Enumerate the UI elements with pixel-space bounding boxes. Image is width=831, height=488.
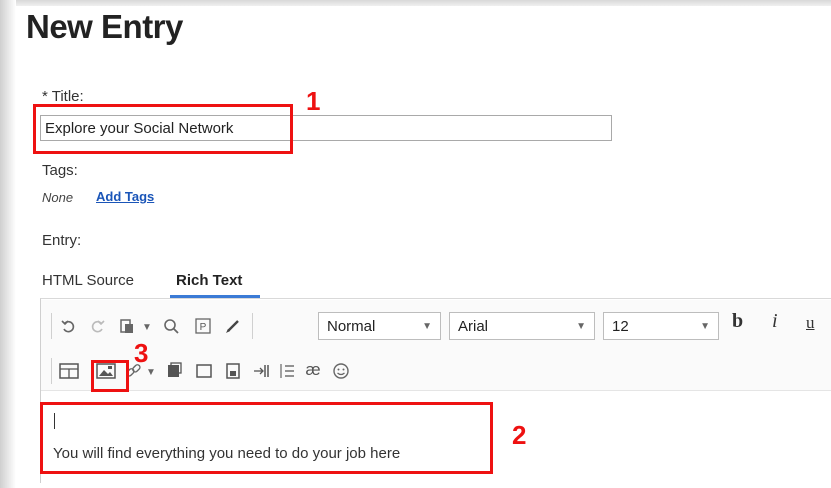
add-tags-link[interactable]: Add Tags — [96, 189, 154, 204]
table-icon[interactable] — [58, 360, 80, 382]
bold-button[interactable]: b — [732, 310, 743, 333]
window-shadow-left — [0, 0, 16, 488]
page-title: New Entry — [26, 8, 183, 45]
underline-button[interactable]: u — [806, 313, 815, 333]
title-label: * Title: — [42, 88, 84, 105]
style-select[interactable]: Normal ▼ — [318, 312, 441, 340]
toolbar-separator — [51, 313, 52, 339]
emoji-icon[interactable] — [330, 360, 352, 382]
embed-icon[interactable] — [222, 360, 244, 382]
size-select-value: 12 — [612, 318, 629, 335]
paste-dropdown-icon[interactable]: ▼ — [142, 322, 152, 333]
insert-media-icon[interactable] — [163, 360, 185, 382]
entry-label: Entry: — [42, 232, 82, 249]
undo-icon[interactable] — [58, 315, 80, 337]
font-select[interactable]: Arial ▼ — [449, 312, 595, 340]
font-select-value: Arial — [458, 318, 489, 335]
chevron-down-icon: ▼ — [422, 321, 432, 332]
callout-box-3 — [91, 360, 129, 392]
page-break-icon[interactable] — [250, 360, 272, 382]
tags-label: Tags: — [42, 162, 78, 179]
paste-icon[interactable] — [116, 315, 138, 337]
callout-box-2 — [40, 402, 493, 474]
paragraph-glyph: P — [200, 322, 207, 333]
italic-button[interactable]: i — [772, 310, 778, 333]
tags-none-text: None — [42, 190, 74, 205]
size-select[interactable]: 12 ▼ — [603, 312, 719, 340]
find-icon[interactable] — [160, 315, 182, 337]
chevron-down-icon: ▼ — [700, 321, 710, 332]
toolbar-separator — [252, 313, 253, 339]
style-select-value: Normal — [327, 318, 376, 335]
redo-icon[interactable] — [86, 315, 108, 337]
callout-box-1 — [33, 104, 293, 154]
frame-icon[interactable] — [193, 360, 215, 382]
numbered-list-icon[interactable] — [276, 360, 298, 382]
tab-rich-text[interactable]: Rich Text — [176, 272, 242, 289]
chevron-down-icon: ▼ — [576, 321, 586, 332]
pencil-icon[interactable] — [222, 315, 244, 337]
callout-number-1: 1 — [306, 86, 321, 116]
paragraph-icon[interactable]: P — [192, 315, 214, 337]
special-character-button[interactable]: æ — [302, 359, 324, 381]
tab-html-source[interactable]: HTML Source — [42, 272, 134, 289]
toolbar-separator — [51, 358, 52, 384]
callout-number-3: 3 — [134, 338, 149, 368]
callout-number-2: 2 — [512, 420, 527, 450]
